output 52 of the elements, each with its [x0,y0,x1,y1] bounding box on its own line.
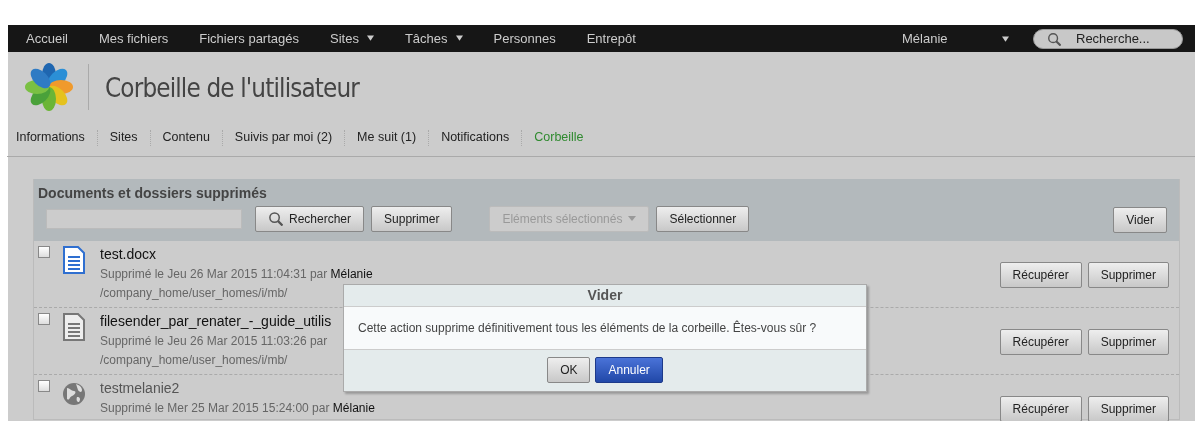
tab[interactable]: Me suit (1) [344,130,429,146]
dialog-message: Cette action supprime définitivement tous les éléments de la corbeille. Êtes-vous sûr ? [344,307,866,350]
caret-icon [1002,35,1009,42]
checkbox[interactable] [38,246,50,258]
filter-field[interactable] [46,208,242,229]
tab[interactable]: Informations [7,130,97,146]
nav-link[interactable]: Entrepôt [586,31,636,46]
file-path: /company_home/user_homes/i/mb/ [100,353,288,367]
checkbox[interactable] [38,380,50,392]
deleted-info: Supprimé le Mer 25 Mar 2015 15:24:00 par [100,401,330,415]
search-icon [268,211,283,226]
action-button[interactable]: Supprimer [1087,262,1169,288]
deleted-info: Supprimé le Jeu 26 Mar 2015 11:04:31 par [100,267,328,281]
nav-link[interactable]: Personnes [493,31,556,46]
file-path: /company_home/user_homes/i/mb/ [100,286,288,300]
file-name[interactable]: test.docx [100,246,157,262]
action-button[interactable]: Récupérer [999,262,1082,288]
empty-button[interactable]: Vider [1113,207,1167,233]
file-name[interactable]: testmelanie2 [100,380,180,396]
page-title: Corbeille de l'utilisateur [105,71,360,103]
action-button[interactable]: Supprimer [1087,329,1169,355]
nav-link[interactable]: Sites [330,31,374,46]
nav-link[interactable]: Mes fichiers [98,31,169,46]
user-link[interactable]: Mélanie [332,401,375,415]
user-link[interactable]: Mélanie [330,267,373,281]
action-button[interactable]: Récupérer [999,329,1082,355]
caret-icon [628,216,637,221]
tab[interactable]: Suivis par moi (2) [221,130,345,146]
toolbar-button[interactable]: Rechercher [255,205,365,232]
toolbar-button[interactable]: Sélectionner [656,205,750,232]
user-menu[interactable]: Mélanie [902,31,1002,46]
search-field[interactable]: Recherche... [1033,28,1183,49]
globe-icon [62,380,86,408]
deleted-info: Supprimé le Jeu 26 Mar 2015 11:03:26 par [100,334,328,348]
logo-icon [24,62,74,112]
dialog-button[interactable]: Annuler [595,357,663,383]
dialog-button[interactable]: OK [547,357,591,383]
nav-link[interactable]: Tâches [404,31,463,46]
document-icon [62,313,86,341]
nav-link[interactable]: Accueil [26,31,68,46]
tab[interactable]: Notifications [428,130,522,146]
panel-title: Documents et dossiers supprimés [38,185,268,201]
checkbox[interactable] [38,313,50,325]
document-icon [62,246,86,274]
tab[interactable]: Contenu [149,130,222,146]
action-button[interactable]: Supprimer [1087,396,1169,421]
nav-link[interactable]: Fichiers partagés [199,31,299,46]
action-button[interactable]: Récupérer [999,396,1082,421]
search-icon [1047,31,1061,46]
file-name[interactable]: filesender_par_renater_-_guide_utilis [100,313,332,329]
tab[interactable]: Sites [96,130,150,146]
toolbar-button[interactable]: Supprimer [371,205,453,232]
